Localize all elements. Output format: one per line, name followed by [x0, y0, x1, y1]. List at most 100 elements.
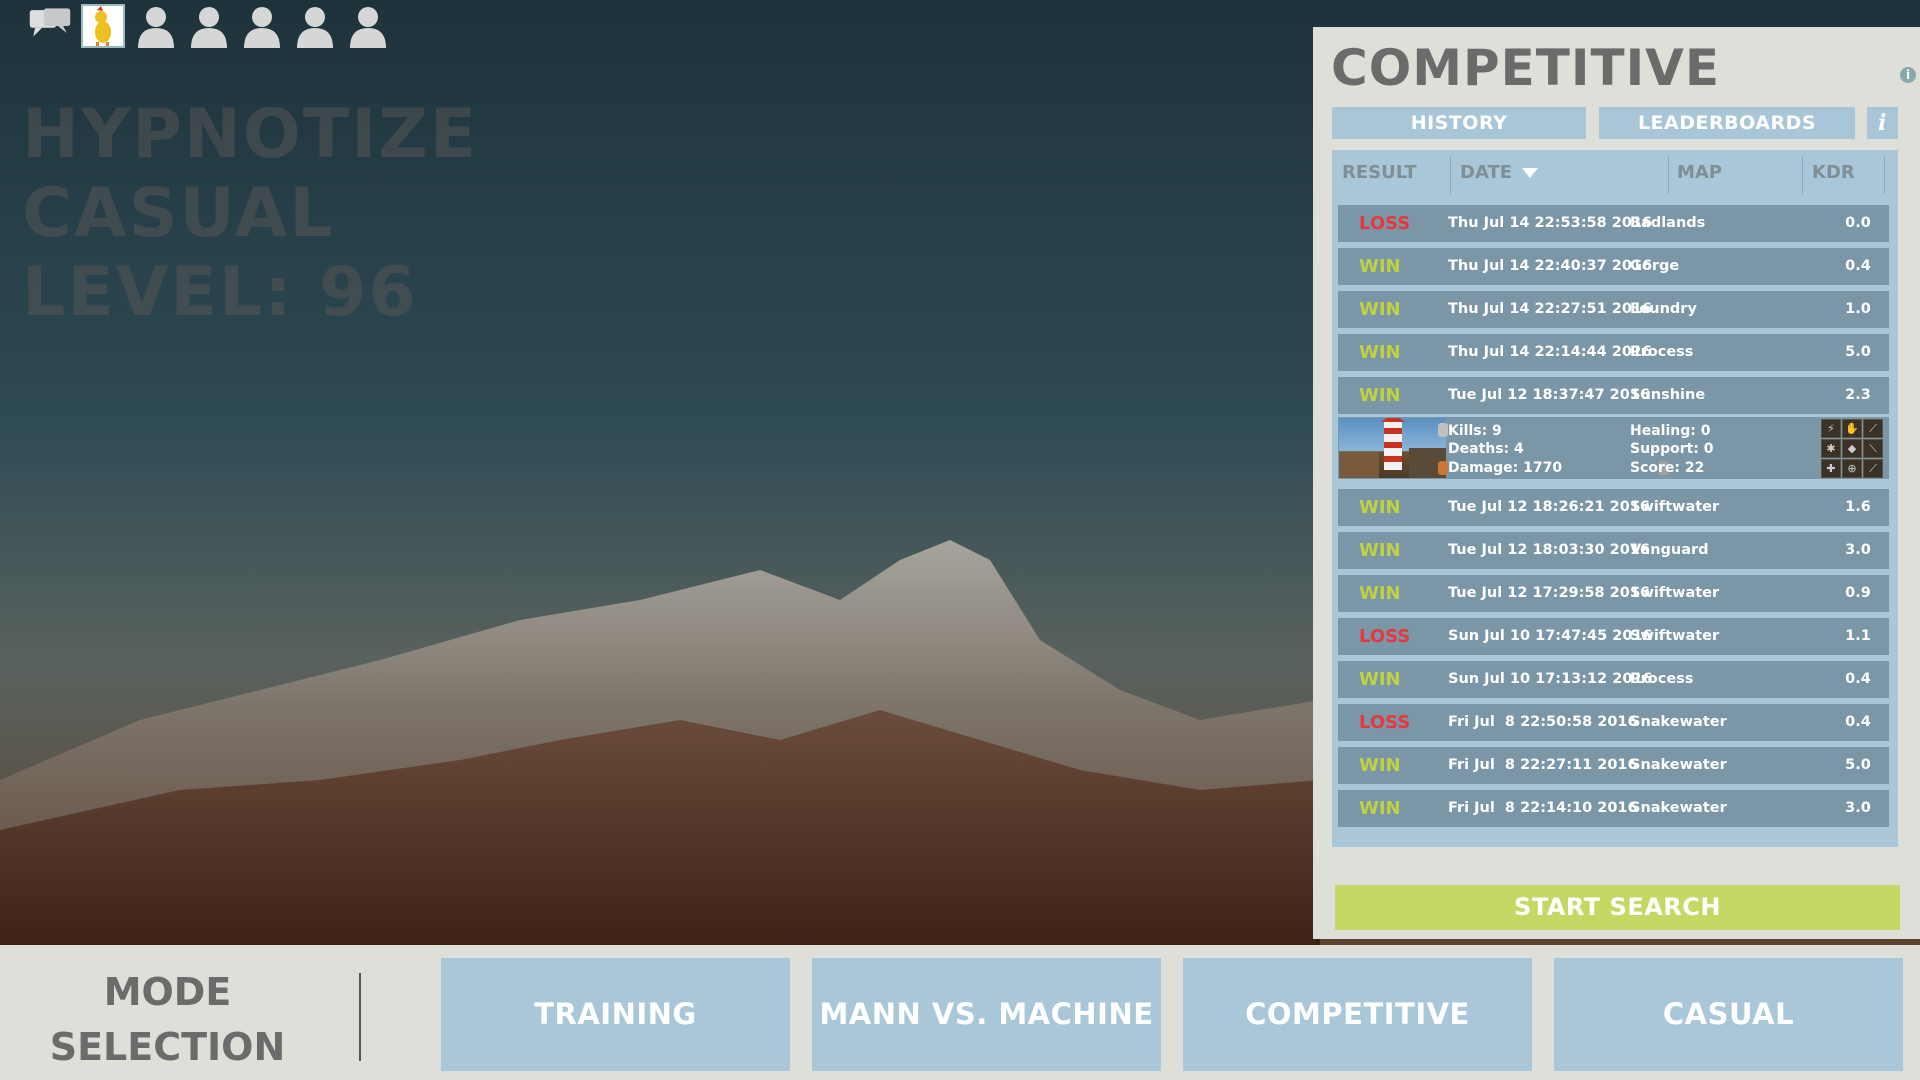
- header-divider: [1450, 156, 1451, 194]
- mode-label-line2: SELECTION: [49, 1025, 286, 1069]
- silver-medal-icon: [1438, 423, 1448, 437]
- class-medic-icon: ✚: [1821, 459, 1841, 478]
- tab-leaderboards[interactable]: LEADERBOARDS: [1599, 107, 1855, 139]
- table-row[interactable]: WIN Thu Jul 14 22:27:51 2016 Foundry 1.0: [1338, 291, 1889, 328]
- tab-history[interactable]: HISTORY: [1332, 107, 1586, 139]
- header-map[interactable]: MAP: [1677, 150, 1722, 198]
- start-search-button[interactable]: START SEARCH: [1335, 885, 1900, 930]
- row-map: Sunshine: [1630, 387, 1706, 403]
- party-slot-3-icon[interactable]: [240, 4, 284, 48]
- stat-score: Score: 22: [1630, 460, 1705, 476]
- row-date: Fri Jul 8 22:27:11 2016: [1448, 757, 1638, 773]
- stat-support: Support: 0: [1630, 441, 1714, 457]
- party-bar: [28, 4, 390, 48]
- row-result: LOSS: [1359, 712, 1411, 733]
- row-date: Tue Jul 12 18:03:30 2016: [1448, 542, 1651, 558]
- row-map: Process: [1630, 344, 1694, 360]
- mode-casual-button[interactable]: CASUAL: [1554, 958, 1903, 1071]
- panel-title: COMPETITIVE: [1331, 39, 1721, 97]
- table-row[interactable]: WIN Tue Jul 12 17:29:58 2016 Swiftwater 0.9: [1338, 575, 1889, 612]
- chat-icon[interactable]: [28, 4, 72, 48]
- mode-label-line1: MODE: [103, 970, 232, 1014]
- tab-info[interactable]: i: [1867, 107, 1898, 139]
- row-map: Process: [1630, 671, 1694, 687]
- table-row[interactable]: LOSS Sun Jul 10 17:47:45 2016 Swiftwater 1.…: [1338, 618, 1889, 655]
- stat-kills: Kills: 9: [1448, 423, 1502, 439]
- header-kdr[interactable]: KDR: [1812, 150, 1855, 198]
- class-soldier-icon: ✋: [1842, 419, 1862, 438]
- row-result: WIN: [1359, 755, 1401, 776]
- row-map: Snakewater: [1630, 714, 1727, 730]
- table-header: RESULT DATE MAP KDR: [1332, 150, 1898, 198]
- party-slot-1-icon[interactable]: [134, 4, 178, 48]
- header-date[interactable]: DATE: [1460, 150, 1539, 198]
- row-kdr: 0.0: [1845, 215, 1871, 231]
- row-kdr: 0.9: [1845, 585, 1871, 601]
- table-row[interactable]: LOSS Thu Jul 14 22:53:58 2016 Badlands 0.0: [1338, 205, 1889, 242]
- row-map: Snakewater: [1630, 800, 1727, 816]
- class-pyro-icon: ⟋: [1863, 419, 1883, 438]
- row-result: WIN: [1359, 798, 1401, 819]
- header-divider: [1884, 156, 1885, 194]
- row-result: WIN: [1359, 583, 1401, 604]
- header-result[interactable]: RESULT: [1342, 150, 1417, 198]
- class-heavy-icon: ◆: [1842, 439, 1862, 458]
- row-map: Gorge: [1630, 258, 1680, 274]
- mode-training-button[interactable]: TRAINING: [441, 958, 790, 1071]
- party-slot-5-icon[interactable]: [346, 4, 390, 48]
- row-result: WIN: [1359, 299, 1401, 320]
- stat-healing: Healing: 0: [1630, 423, 1711, 439]
- table-row[interactable]: WIN Sun Jul 10 17:13:12 2016 Process 0.4: [1338, 661, 1889, 698]
- match-history-table: RESULT DATE MAP KDR LOSS Thu Jul 14 22:53…: [1332, 150, 1898, 847]
- row-map: Foundry: [1630, 301, 1697, 317]
- player-level: LEVEL: 96: [22, 253, 418, 332]
- row-map: Badlands: [1630, 215, 1706, 231]
- row-map: Swiftwater: [1630, 585, 1720, 601]
- row-date: Sun Jul 10 17:13:12 2016: [1448, 671, 1653, 687]
- table-row[interactable]: WIN Fri Jul 8 22:14:10 2016 Snakewater 3.0: [1338, 790, 1889, 827]
- row-kdr: 0.4: [1845, 671, 1871, 687]
- row-kdr: 0.4: [1845, 714, 1871, 730]
- player-avatar[interactable]: [81, 4, 125, 48]
- mode-divider: [359, 973, 361, 1061]
- table-row[interactable]: WIN Tue Jul 12 18:03:30 2016 Vanguard 3.0: [1338, 532, 1889, 569]
- header-divider: [1802, 156, 1803, 194]
- row-result: WIN: [1359, 497, 1401, 518]
- mode-selection-bar: MODE SELECTION TRAINING MANN VS. MACHINE…: [0, 945, 1920, 1080]
- mode-selection-label: MODE SELECTION: [40, 965, 295, 1075]
- row-kdr: 3.0: [1845, 800, 1871, 816]
- class-engineer-icon: ⟍: [1863, 439, 1883, 458]
- competitive-panel: COMPETITIVE i HISTORY LEADERBOARDS i RES…: [1313, 27, 1920, 939]
- table-row[interactable]: LOSS Fri Jul 8 22:50:58 2016 Snakewater 0.4: [1338, 704, 1889, 741]
- info-icon[interactable]: i: [1900, 67, 1916, 83]
- row-kdr: 5.0: [1845, 757, 1871, 773]
- map-thumbnail: [1339, 418, 1446, 478]
- mode-mvm-button[interactable]: MANN VS. MACHINE: [812, 958, 1161, 1071]
- party-slot-2-icon[interactable]: [187, 4, 231, 48]
- table-row[interactable]: WIN Thu Jul 14 22:40:37 2016 Gorge 0.4: [1338, 248, 1889, 285]
- expanded-match-details[interactable]: Kills: 9 Deaths: 4 Damage: 1770 Healing:…: [1338, 417, 1889, 479]
- row-map: Vanguard: [1630, 542, 1709, 558]
- table-row[interactable]: WIN Tue Jul 12 18:26:21 2016 Swiftwater 1.6: [1338, 489, 1889, 526]
- mode-competitive-button[interactable]: COMPETITIVE: [1183, 958, 1532, 1071]
- player-mode: CASUAL: [22, 174, 335, 253]
- table-row[interactable]: WIN Tue Jul 12 18:37:47 2016 Sunshine 2.3: [1338, 377, 1889, 414]
- stat-damage: Damage: 1770: [1448, 460, 1563, 476]
- class-icons-grid: ⚡ ✋ ⟋ ✱ ◆ ⟍ ✚ ⊕ ⟋: [1821, 419, 1885, 478]
- row-date: Tue Jul 12 18:37:47 2016: [1448, 387, 1651, 403]
- row-result: WIN: [1359, 256, 1401, 277]
- row-result: WIN: [1359, 342, 1401, 363]
- row-date: Thu Jul 14 22:27:51 2016: [1448, 301, 1653, 317]
- party-slot-4-icon[interactable]: [293, 4, 337, 48]
- table-row[interactable]: WIN Fri Jul 8 22:27:11 2016 Snakewater 5.0: [1338, 747, 1889, 784]
- class-spy-icon: ⟋: [1863, 459, 1883, 478]
- player-name: HYPNOTIZE: [22, 95, 479, 174]
- row-kdr: 5.0: [1845, 344, 1871, 360]
- bronze-medal-icon: [1438, 461, 1448, 475]
- row-result: WIN: [1359, 540, 1401, 561]
- class-sniper-icon: ⊕: [1842, 459, 1862, 478]
- class-demoman-icon: ✱: [1821, 439, 1841, 458]
- table-row[interactable]: WIN Thu Jul 14 22:14:44 2016 Process 5.0: [1338, 334, 1889, 371]
- row-date: Thu Jul 14 22:14:44 2016: [1448, 344, 1653, 360]
- row-result: LOSS: [1359, 213, 1411, 234]
